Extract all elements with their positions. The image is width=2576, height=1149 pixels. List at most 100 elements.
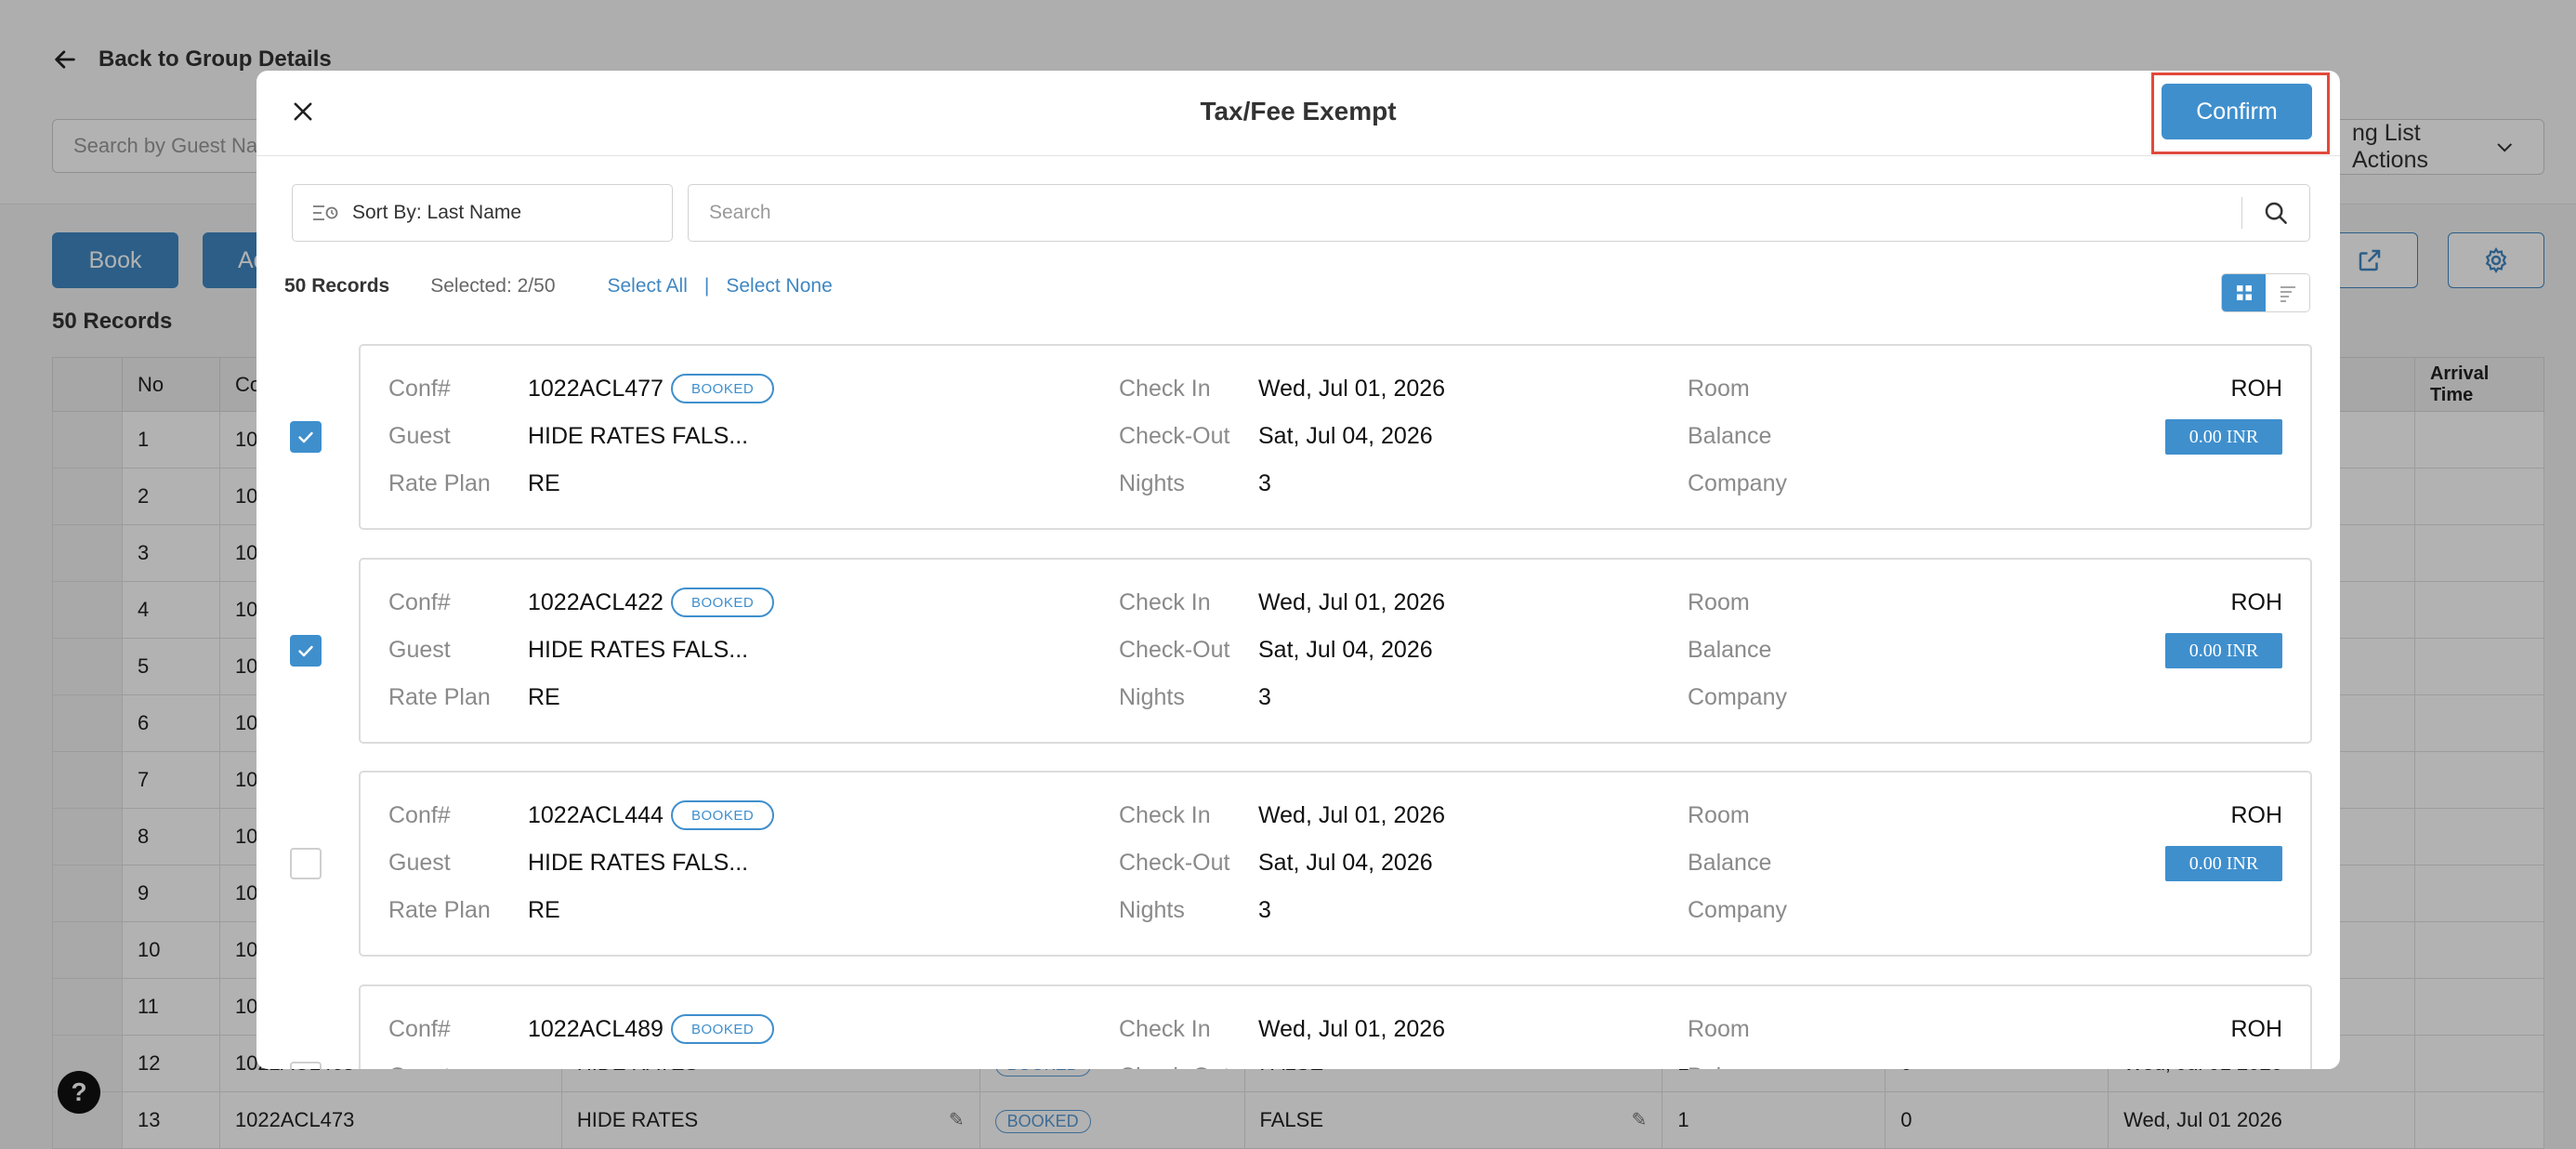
label-room: Room	[1688, 802, 1750, 828]
label-guest: Guest	[388, 1063, 451, 1069]
sort-label: Sort By: Last Name	[352, 202, 522, 223]
value-rate-plan: RE	[528, 684, 560, 710]
selected-count: Selected: 2/50	[430, 275, 556, 297]
select-checkbox[interactable]	[290, 848, 322, 879]
label-conf: Conf#	[388, 1016, 451, 1042]
value-check-out: Sat, Jul 04, 2026	[1258, 850, 1433, 876]
sort-dropdown[interactable]: Sort By: Last Name	[292, 184, 673, 242]
label-check-out: Check-Out	[1119, 423, 1230, 449]
modal-header: Tax/Fee Exempt Confirm	[256, 71, 2340, 156]
value-room: ROH	[2230, 1016, 2282, 1042]
label-rate-plan: Rate Plan	[388, 897, 491, 923]
search-field	[688, 184, 2310, 242]
balance-badge: 0.00 INR	[2165, 419, 2282, 455]
checkmark-icon	[298, 645, 313, 657]
value-check-in: Wed, Jul 01, 2026	[1258, 802, 1446, 828]
value-check-in: Wed, Jul 01, 2026	[1258, 1016, 1446, 1042]
value-check-out: Sat, Jul 04, 2026	[1258, 637, 1433, 663]
value-room: ROH	[2230, 376, 2282, 402]
status-badge: BOOKED	[671, 588, 775, 617]
reservation-card[interactable]: Conf# 1022ACL422 Guest HIDE RATES FALS... Ra…	[359, 558, 2312, 744]
status-badge: BOOKED	[671, 1014, 775, 1044]
select-checkbox[interactable]	[290, 421, 322, 453]
reservation-card-row: Conf# 1022ACL422 Guest HIDE RATES FALS... Ra…	[256, 558, 2340, 744]
value-room: ROH	[2230, 589, 2282, 615]
select-checkbox[interactable]	[290, 1062, 322, 1069]
label-guest: Guest	[388, 850, 451, 876]
label-check-out: Check-Out	[1119, 1063, 1229, 1069]
select-checkbox[interactable]	[290, 635, 322, 667]
confirm-button[interactable]: Confirm	[2162, 84, 2312, 139]
link-separator: |	[703, 275, 710, 297]
value-rate-plan: RE	[528, 470, 560, 496]
grid-view-button[interactable]	[2222, 274, 2266, 311]
value-conf: 1022ACL477	[528, 376, 664, 402]
value-guest: HIDE RATES FALS...	[528, 423, 749, 449]
value-conf: 1022ACL444	[528, 802, 664, 828]
label-check-in: Check In	[1119, 802, 1211, 828]
search-icon	[2265, 202, 2287, 224]
reservation-card[interactable]: Conf#1022ACL489GuestRate PlanCheck InWed…	[359, 984, 2312, 1069]
tax-fee-exempt-modal: Tax/Fee Exempt Confirm Sort By: Last Nam…	[256, 71, 2340, 1069]
search-button[interactable]	[2242, 185, 2309, 241]
records-toolbar: 50 Records Selected: 2/50 Select All | S…	[284, 275, 833, 297]
label-conf: Conf#	[388, 589, 451, 615]
view-toggle	[2221, 273, 2310, 312]
value-room: ROH	[2230, 802, 2282, 828]
reservation-card-row: Conf#1022ACL489GuestRate PlanCheck InWed…	[256, 984, 2340, 1069]
select-none-link[interactable]: Select None	[726, 275, 832, 297]
value-guest: HIDE RATES FALS...	[528, 637, 749, 663]
label-room: Room	[1688, 1016, 1750, 1042]
sort-icon	[313, 205, 338, 220]
value-check-in: Wed, Jul 01, 2026	[1258, 376, 1446, 402]
label-guest: Guest	[388, 637, 451, 663]
label-nights: Nights	[1119, 470, 1185, 496]
label-nights: Nights	[1119, 897, 1185, 923]
value-nights: 3	[1258, 897, 1271, 923]
value-check-out: Sat, Jul 04, 2026	[1258, 423, 1433, 449]
reservation-card[interactable]: Conf# 1022ACL477 Guest HIDE RATES FALS... Ra…	[359, 344, 2312, 530]
status-badge: BOOKED	[671, 374, 775, 403]
search-input[interactable]	[689, 185, 2241, 241]
label-company: Company	[1688, 684, 1787, 710]
balance-badge: 0.00 INR	[2165, 846, 2282, 881]
label-balance: Balance	[1688, 423, 1772, 449]
value-nights: 3	[1258, 684, 1271, 710]
label-check-in: Check In	[1119, 376, 1211, 402]
label-check-in: Check In	[1119, 1016, 1211, 1042]
label-balance: Balance	[1688, 637, 1772, 663]
reservation-card-row: Conf# 1022ACL477 Guest HIDE RATES FALS... Ra…	[256, 344, 2340, 530]
value-rate-plan: RE	[528, 897, 560, 923]
label-room: Room	[1688, 376, 1750, 402]
status-badge: BOOKED	[671, 800, 775, 830]
label-conf: Conf#	[388, 802, 451, 828]
value-conf: 1022ACL422	[528, 589, 664, 615]
label-nights: Nights	[1119, 684, 1185, 710]
label-company: Company	[1688, 470, 1787, 496]
value-guest: HIDE RATES FALS...	[528, 850, 749, 876]
select-all-link[interactable]: Select All	[608, 275, 688, 297]
label-company: Company	[1688, 897, 1787, 923]
records-count: 50 Records	[284, 275, 390, 297]
label-check-in: Check In	[1119, 589, 1211, 615]
reservation-card-row: Conf# 1022ACL444 Guest HIDE RATES FALS... Ra…	[256, 771, 2340, 957]
list-view-button[interactable]	[2266, 274, 2309, 311]
reservation-card[interactable]: Conf# 1022ACL444 Guest HIDE RATES FALS... Ra…	[359, 771, 2312, 957]
label-balance: Balance	[1688, 1063, 1771, 1069]
balance-badge: 0.00 INR	[2165, 633, 2282, 668]
list-icon	[2280, 286, 2295, 302]
label-conf: Conf#	[388, 376, 451, 402]
label-room: Room	[1688, 589, 1750, 615]
label-check-out: Check-Out	[1119, 637, 1230, 663]
grid-icon	[2236, 285, 2252, 300]
value-conf: 1022ACL489	[528, 1016, 664, 1042]
modal-title: Tax/Fee Exempt	[1200, 97, 1397, 125]
value-nights: 3	[1258, 470, 1271, 496]
label-rate-plan: Rate Plan	[388, 470, 491, 496]
value-check-in: Wed, Jul 01, 2026	[1258, 589, 1446, 615]
checkmark-icon	[298, 431, 313, 443]
label-check-out: Check-Out	[1119, 850, 1230, 876]
label-rate-plan: Rate Plan	[388, 684, 491, 710]
label-guest: Guest	[388, 423, 451, 449]
label-balance: Balance	[1688, 850, 1772, 876]
